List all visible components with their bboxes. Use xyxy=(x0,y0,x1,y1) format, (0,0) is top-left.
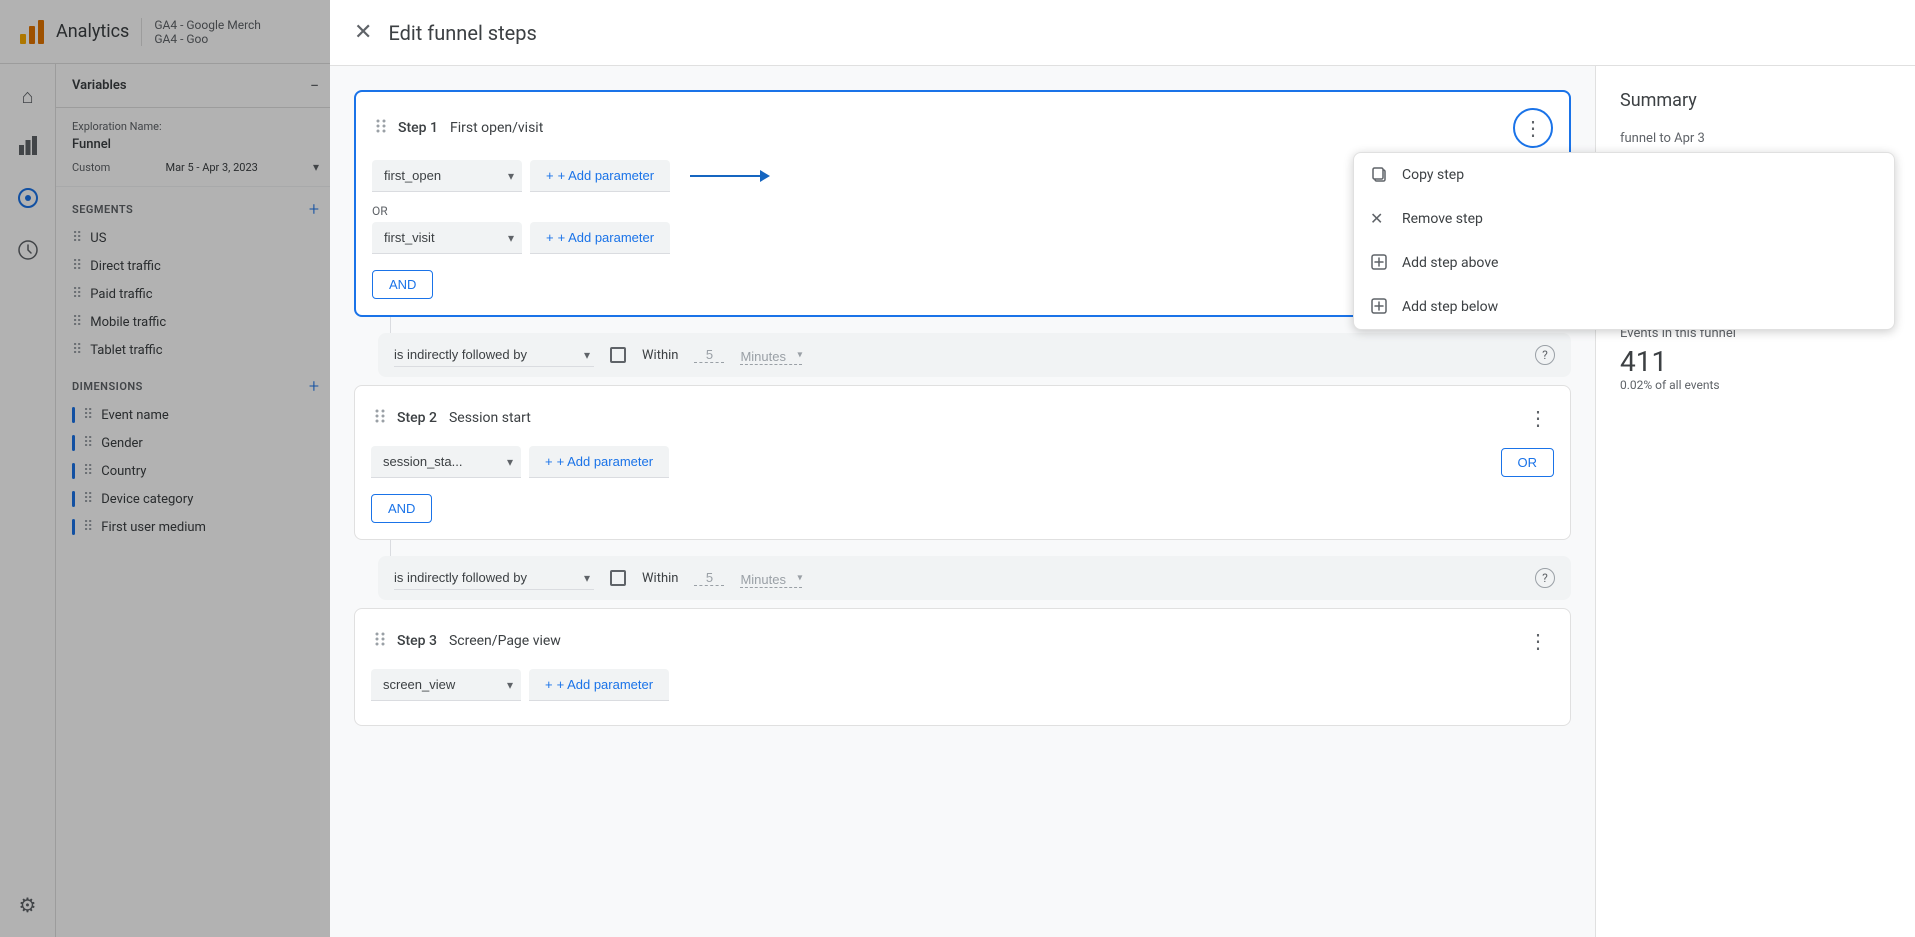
events-pct: 0.02% of all events xyxy=(1620,378,1891,392)
step3-label: Step 3 xyxy=(397,633,437,649)
remove-step-label: Remove step xyxy=(1402,211,1483,227)
step3-body: screen_view + + Add parameter xyxy=(355,669,1570,725)
add-step-above-label: Add step above xyxy=(1402,255,1498,271)
context-menu-add-step-below[interactable]: Add step below xyxy=(1354,285,1894,329)
connector2-area: is indirectly followed by Within Minutes… xyxy=(354,540,1571,604)
step3-name: Screen/Page view xyxy=(449,633,561,649)
connector1-within-label: Within xyxy=(642,348,678,363)
connector2-within-unit-select[interactable]: Minutes xyxy=(740,572,802,588)
arrow-annotation xyxy=(690,170,770,182)
connector2-within-label: Within xyxy=(642,571,678,586)
arrow-line xyxy=(690,175,760,177)
step2-body: session_sta... + + Add parameter OR AND xyxy=(355,446,1570,539)
step1-add-param-button-2[interactable]: + + Add parameter xyxy=(530,222,670,254)
connector1-row: is indirectly followed by Within Minutes… xyxy=(378,333,1571,377)
dialog-header: ✕ Edit funnel steps xyxy=(330,0,1915,66)
step2-header: Step 2 Session start ⋮ xyxy=(355,386,1570,446)
step2-more-button[interactable]: ⋮ xyxy=(1522,402,1554,434)
step1-add-param-button[interactable]: + + Add parameter xyxy=(530,160,670,192)
context-menu-remove-step[interactable]: ✕ Remove step xyxy=(1354,197,1894,241)
step1-label: Step 1 xyxy=(398,120,438,136)
context-menu: Copy step ✕ Remove step Add step above A… xyxy=(1353,152,1895,330)
dialog-title: Edit funnel steps xyxy=(388,21,536,45)
connector1-within-checkbox[interactable] xyxy=(610,347,626,363)
edit-funnel-dialog: ✕ Edit funnel steps Step 1 First open/vi… xyxy=(330,0,1915,937)
step2-name: Session start xyxy=(449,410,531,426)
summary-subtitle: funnel to Apr 3 xyxy=(1620,131,1891,146)
step3-card: Step 3 Screen/Page view ⋮ screen_view + xyxy=(354,608,1571,726)
plus-icon: + xyxy=(545,677,553,692)
connector2-within-unit-wrapper: Minutes xyxy=(740,569,802,588)
connector1-type-select[interactable]: is indirectly followed by xyxy=(394,343,594,367)
step2-add-param-button[interactable]: + + Add parameter xyxy=(529,446,669,478)
step2-event-row-1: session_sta... + + Add parameter OR xyxy=(371,446,1554,478)
step3-more-button[interactable]: ⋮ xyxy=(1522,625,1554,657)
add-below-icon xyxy=(1370,297,1390,317)
add-above-icon xyxy=(1370,253,1390,273)
step3-event1-wrapper: screen_view xyxy=(371,669,521,701)
step1-event2-select[interactable]: first_visit xyxy=(372,222,522,254)
connector2-within-value[interactable] xyxy=(694,570,724,586)
connector2-line xyxy=(390,540,391,556)
step2-drag-icon xyxy=(371,407,389,430)
step3-add-param-button[interactable]: + + Add parameter xyxy=(529,669,669,701)
step1-name: First open/visit xyxy=(450,120,543,136)
context-menu-add-step-above[interactable]: Add step above xyxy=(1354,241,1894,285)
step1-and-button[interactable]: AND xyxy=(372,270,433,299)
arrow-head xyxy=(760,170,770,182)
step2-label: Step 2 xyxy=(397,410,437,426)
context-menu-copy-step[interactable]: Copy step xyxy=(1354,153,1894,197)
step2-card: Step 2 Session start ⋮ session_sta... + xyxy=(354,385,1571,540)
step1-event2-wrapper: first_visit xyxy=(372,222,522,254)
step2-or-button[interactable]: OR xyxy=(1501,448,1555,477)
step1-menu-container: ⋮ xyxy=(1513,108,1553,148)
connector2-within-checkbox[interactable] xyxy=(610,570,626,586)
summary-title: Summary xyxy=(1620,90,1891,111)
copy-icon xyxy=(1370,165,1390,185)
step1-event1-wrapper: first_open xyxy=(372,160,522,192)
connector1-within-value[interactable] xyxy=(694,347,724,363)
connector1-help-icon[interactable]: ? xyxy=(1535,345,1555,365)
step2-event1-wrapper: session_sta... xyxy=(371,446,521,478)
connector2-select-wrapper: is indirectly followed by xyxy=(394,566,594,590)
step1-more-button[interactable]: ⋮ xyxy=(1513,108,1553,148)
add-step-below-label: Add step below xyxy=(1402,299,1498,315)
connector1-within-unit-wrapper: Minutes xyxy=(740,346,802,365)
plus-icon: + xyxy=(546,168,554,183)
connector1-select-wrapper: is indirectly followed by xyxy=(394,343,594,367)
step1-drag-icon xyxy=(372,117,390,140)
connector2-row: is indirectly followed by Within Minutes… xyxy=(378,556,1571,600)
events-count: 411 xyxy=(1620,345,1891,378)
step3-header: Step 3 Screen/Page view ⋮ xyxy=(355,609,1570,669)
plus-icon: + xyxy=(545,454,553,469)
step1-header: Step 1 First open/visit ⋮ xyxy=(356,92,1569,160)
step2-event1-select[interactable]: session_sta... xyxy=(371,446,521,478)
step2-and-button[interactable]: AND xyxy=(371,494,432,523)
plus-icon: + xyxy=(546,230,554,245)
connector1-line xyxy=(390,317,391,333)
step3-event1-select[interactable]: screen_view xyxy=(371,669,521,701)
close-dialog-button[interactable]: ✕ xyxy=(354,20,372,45)
dialog-content: Step 1 First open/visit ⋮ first_open xyxy=(330,66,1915,937)
step3-event-row-1: screen_view + + Add parameter xyxy=(371,669,1554,701)
step1-add-param-area: + + Add parameter xyxy=(530,160,670,192)
remove-icon: ✕ xyxy=(1370,209,1390,229)
step3-drag-icon xyxy=(371,630,389,653)
connector2-help-icon[interactable]: ? xyxy=(1535,568,1555,588)
connector2-type-select[interactable]: is indirectly followed by xyxy=(394,566,594,590)
step1-event1-select[interactable]: first_open xyxy=(372,160,522,192)
events-section: Events in this funnel 411 0.02% of all e… xyxy=(1620,326,1891,392)
copy-step-label: Copy step xyxy=(1402,167,1464,183)
connector1-within-unit-select[interactable]: Minutes xyxy=(740,349,802,365)
